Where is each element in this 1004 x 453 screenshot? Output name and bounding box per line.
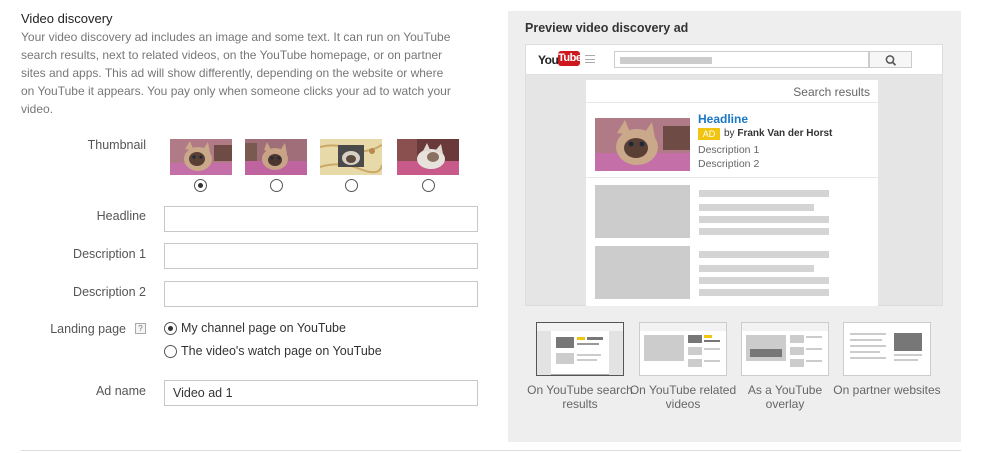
placeholder-line [699,190,829,197]
placeholder-line [699,228,829,235]
ad-preview-byline: by Frank Van der Horst [724,128,832,139]
landing-page-label: Landing page [50,322,126,336]
placement-options: On YouTube search results On YouTube rel… [527,322,941,432]
search-results-label: Search results [793,85,870,99]
placeholder-line [699,204,814,211]
search-results-panel: Search results Headline AD by Frank Van … [586,80,878,306]
byline-author: Frank Van der Horst [737,128,833,139]
thumbnail-option-2-image[interactable] [245,139,307,175]
help-icon[interactable]: ? [135,323,146,334]
landing-option-watch-label[interactable]: The video's watch page on YouTube [181,344,382,358]
placement-overlay-icon [741,322,829,376]
search-icon [885,55,897,66]
ad-preview-description1: Description 1 [698,144,760,156]
ad-preview-description2: Description 2 [698,158,760,170]
section-divider [21,450,961,451]
placement-related-videos-label: On YouTube related videos [629,383,737,411]
thumbnail-radio-1[interactable] [194,179,207,192]
ad-badge: AD [698,128,720,140]
ad-name-label: Ad name [95,384,146,398]
placeholder-result-thumbnail [595,246,690,299]
placement-search-results-label: On YouTube search results [527,383,633,411]
description2-label: Description 2 [73,285,146,299]
placement-partner-websites-icon [843,322,931,376]
ad-preview-headline: Headline [698,112,749,126]
thumbnail-option-3-image[interactable] [320,139,382,175]
thumbnail-radio-4[interactable] [422,179,435,192]
headline-input[interactable] [164,206,478,232]
placeholder-line [699,251,829,258]
youtube-mock-frame: You Tube Search results Headline AD by F… [525,44,943,306]
placeholder-line [699,216,829,223]
placement-related-videos-icon [639,322,727,376]
preview-panel: Preview video discovery ad You Tube Sear… [508,11,961,442]
ad-name-input[interactable] [164,380,478,406]
placeholder-result-thumbnail [595,185,690,238]
results-divider [586,177,878,178]
placement-overlay-label: As a YouTube overlay [747,383,823,411]
results-divider [586,102,878,103]
byline-prefix: by [724,128,735,139]
section-title: Video discovery [21,11,113,26]
placeholder-line [699,277,829,284]
placeholder-line [699,265,814,272]
youtube-search-box [614,51,869,68]
placement-partner-websites-label: On partner websites [833,383,941,397]
thumbnail-picker [170,139,470,199]
hamburger-menu-icon [585,55,595,63]
landing-radio-watch[interactable] [164,345,177,358]
youtube-logo-you: You [538,53,559,67]
thumbnail-option-4-image[interactable] [397,139,459,175]
thumbnail-radio-3[interactable] [345,179,358,192]
search-placeholder-bar [620,57,712,64]
thumbnail-radio-2[interactable] [270,179,283,192]
headline-label: Headline [96,209,146,223]
youtube-search-button [869,51,912,68]
section-intro: Your video discovery ad includes an imag… [21,30,451,116]
ad-preview-thumbnail [595,118,690,171]
placeholder-line [699,289,829,296]
thumbnail-label: Thumbnail [87,138,146,152]
description2-input[interactable] [164,281,478,307]
youtube-logo-tube: Tube [558,51,582,66]
description1-label: Description 1 [73,247,146,261]
preview-title: Preview video discovery ad [525,21,689,35]
landing-radio-channel[interactable] [164,322,177,335]
landing-option-channel-label[interactable]: My channel page on YouTube [181,321,346,335]
placement-search-results-icon [536,322,624,376]
youtube-topbar: You Tube [526,45,942,75]
thumbnail-option-1-image[interactable] [170,139,232,175]
description1-input[interactable] [164,243,478,269]
